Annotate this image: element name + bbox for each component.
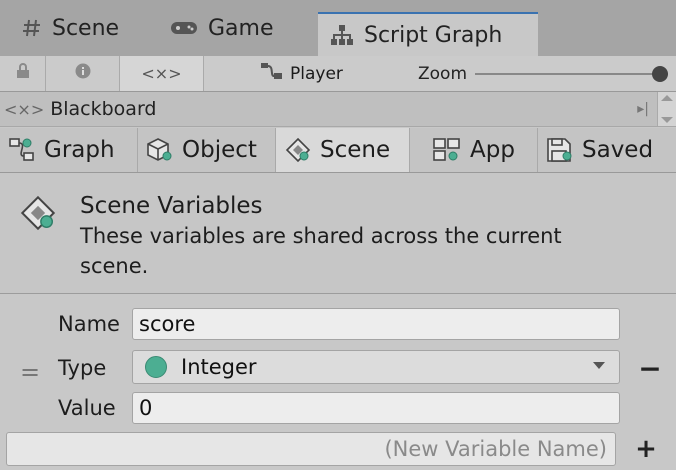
zoom-slider-handle[interactable] (652, 66, 668, 82)
blackboard-header: <×> Blackboard ▸| (0, 92, 676, 127)
new-variable-name-input[interactable]: (New Variable Name) (6, 432, 616, 466)
tab-saved-variables[interactable]: Saved (538, 128, 676, 172)
cube-icon (146, 137, 174, 163)
drag-handle-icon[interactable]: = (20, 358, 40, 386)
blackboard-header-controls: ▸| (637, 92, 676, 126)
scroll-up-icon[interactable] (661, 95, 673, 101)
scene-icon (284, 137, 312, 163)
type-dropdown[interactable]: Integer (132, 350, 620, 384)
tab-graph-label: Graph (44, 137, 115, 163)
tab-saved-label: Saved (582, 137, 654, 163)
info-icon (75, 63, 91, 84)
tab-scene-variables[interactable]: Scene (276, 128, 410, 172)
graph-toolbar: <×> Player Zoom (0, 56, 676, 92)
scene-variables-icon (18, 193, 58, 237)
type-label: Type (58, 356, 107, 380)
zoom-slider[interactable] (475, 66, 668, 82)
value-value: 0 (139, 396, 153, 420)
angle-brackets-icon: <×> (141, 64, 182, 83)
add-variable-button[interactable]: + (622, 432, 670, 466)
scene-variables-info: Scene Variables These variables are shar… (0, 173, 676, 294)
remove-variable-button[interactable]: − (638, 348, 662, 388)
breadcrumb-label: Player (290, 63, 343, 84)
lock-icon (16, 63, 30, 84)
type-value: Integer (181, 355, 257, 379)
blackboard-title: Blackboard (50, 98, 157, 120)
value-label: Value (58, 396, 116, 420)
tab-game[interactable]: Game (142, 0, 320, 56)
info-title: Scene Variables (80, 193, 263, 219)
dropdown-caret-icon (593, 362, 605, 369)
hash-icon (22, 18, 42, 38)
info-description: These variables are shared across the cu… (80, 224, 562, 278)
variable-kind-tabs: Graph Object Scene App Saved (0, 128, 676, 173)
name-value: score (139, 312, 196, 336)
name-field[interactable]: score (132, 308, 620, 340)
zoom-label: Zoom (418, 63, 468, 84)
tab-app-label: App (470, 137, 515, 163)
tab-scene-label: Scene (52, 15, 120, 41)
tab-graph-variables[interactable]: Graph (0, 128, 138, 172)
tab-app-variables[interactable]: App (410, 128, 538, 172)
new-variable-row: (New Variable Name) + (0, 430, 676, 470)
dock-right-icon[interactable]: ▸| (637, 101, 649, 117)
blackboard-icon: <×> (4, 99, 45, 119)
value-field[interactable]: 0 (132, 392, 620, 424)
save-icon (546, 137, 574, 163)
integer-type-icon (145, 356, 167, 378)
tab-script-graph-label: Script Graph (364, 22, 503, 48)
graph-breadcrumb[interactable]: Player (260, 56, 343, 91)
script-machine-icon (260, 61, 284, 86)
info-button[interactable] (46, 56, 120, 91)
lock-button[interactable] (0, 56, 46, 91)
name-label: Name (58, 312, 120, 336)
new-variable-placeholder: (New Variable Name) (384, 437, 607, 461)
app-icon (432, 137, 462, 163)
scroll-down-icon[interactable] (661, 117, 673, 123)
scrollbar[interactable] (657, 92, 676, 126)
graph-icon (8, 137, 36, 163)
tab-scene[interactable]: Scene (0, 0, 142, 56)
gamepad-icon (170, 20, 198, 36)
tab-object-variables[interactable]: Object (138, 128, 276, 172)
variables-toggle-button[interactable]: <×> (120, 56, 204, 91)
variable-entry: Name score = Type Integer − Value 0 (0, 296, 676, 430)
tab-script-graph[interactable]: Script Graph (318, 12, 538, 56)
window-tab-bar: Scene Game Script Graph (0, 0, 676, 56)
hierarchy-icon (330, 24, 354, 46)
tab-game-label: Game (208, 15, 274, 41)
tab-object-label: Object (182, 137, 257, 163)
tab-scene-vars-label: Scene (320, 137, 391, 163)
